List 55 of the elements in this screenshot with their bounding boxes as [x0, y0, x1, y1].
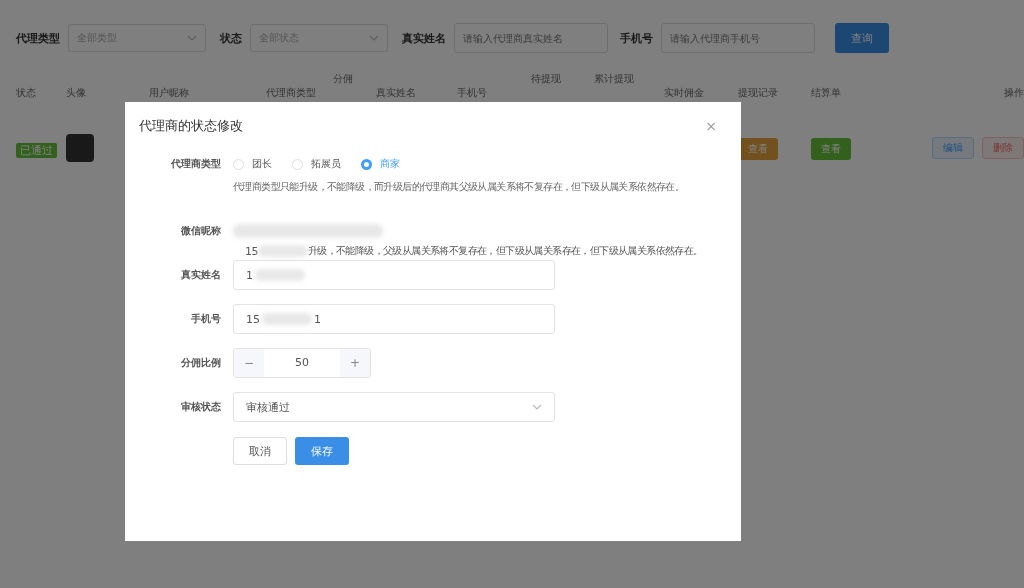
radio-button[interactable]: [361, 158, 372, 170]
edit-button[interactable]: 编辑: [931, 137, 974, 159]
radio-label: 拓展员: [311, 157, 341, 171]
column-header: 状态: [16, 86, 37, 100]
field-label: 微信昵称: [180, 224, 222, 238]
field-value: 15: [246, 312, 260, 326]
column-header: 累计提现: [594, 72, 636, 86]
field-label: 代理商类型: [170, 157, 222, 171]
avatar-placeholder: [66, 134, 95, 162]
field-label: 真实姓名: [180, 268, 222, 282]
filter-label: 状态: [220, 30, 242, 46]
field-value: 1: [246, 268, 253, 282]
hint-text: 代理商类型只能升级，不能降级，而升级后的代理商其父级从属关系将不复存在，但下级从属关系依然存在。: [233, 180, 686, 194]
column-header: 操作: [1002, 86, 1024, 100]
field-label: 手机号: [190, 312, 222, 326]
overlay-text: 升级，不能降级，父级从属关系将不复存在，但下级从属关系存在，但下级从属关系依然存在。: [307, 244, 703, 258]
status-select[interactable]: 审核通过: [233, 392, 555, 422]
column-header: 代理商类型: [265, 86, 317, 100]
field-label: 审核状态: [180, 400, 222, 414]
column-header: 头像: [66, 86, 88, 100]
search-button[interactable]: 查询: [835, 23, 889, 53]
radio-option[interactable]: 拓展员: [292, 157, 341, 171]
filter-label: 手机号: [620, 30, 653, 46]
column-header: 手机号: [457, 86, 489, 100]
column-header: 用户昵称: [149, 86, 191, 100]
dialog-title: 代理商的状态修改: [139, 117, 243, 135]
field-label: 分佣比例: [180, 356, 222, 370]
column-header: 结算单: [811, 86, 843, 100]
chevron-down-icon: [187, 35, 197, 41]
column-header: 分佣: [333, 72, 355, 86]
column-header: 待提现: [530, 72, 562, 86]
save-button[interactable]: 保存: [295, 437, 349, 465]
chevron-down-icon: [532, 404, 542, 410]
radio-label: 团长: [252, 157, 272, 171]
cancel-button[interactable]: 取消: [233, 437, 287, 465]
select-value: 审核通过: [246, 399, 290, 415]
text-field[interactable]: 15 1: [233, 304, 555, 334]
column-header: 真实姓名: [375, 86, 417, 100]
filter-input[interactable]: 请输入代理商真实姓名: [454, 23, 608, 53]
overlay-text: 15: [245, 244, 258, 258]
delete-button[interactable]: 删除: [981, 137, 1024, 159]
column-header: 提现记录: [737, 86, 779, 100]
filter-label: 真实姓名: [402, 30, 446, 46]
text-field[interactable]: 1: [233, 260, 555, 290]
filter-label: 代理类型: [16, 30, 60, 46]
filter-input[interactable]: 请输入代理商手机号: [661, 23, 815, 53]
column-header: 实时佣金: [664, 86, 706, 100]
chevron-down-icon: [369, 35, 379, 41]
field-value: 1: [314, 312, 321, 326]
radio-label: 商家: [380, 157, 400, 171]
radio-option[interactable]: 商家: [361, 157, 400, 171]
status-tag: 已通过: [16, 142, 57, 158]
close-button[interactable]: ×: [701, 118, 721, 134]
view-button[interactable]: 查看: [811, 137, 852, 160]
radio-option[interactable]: 团长: [233, 157, 272, 171]
